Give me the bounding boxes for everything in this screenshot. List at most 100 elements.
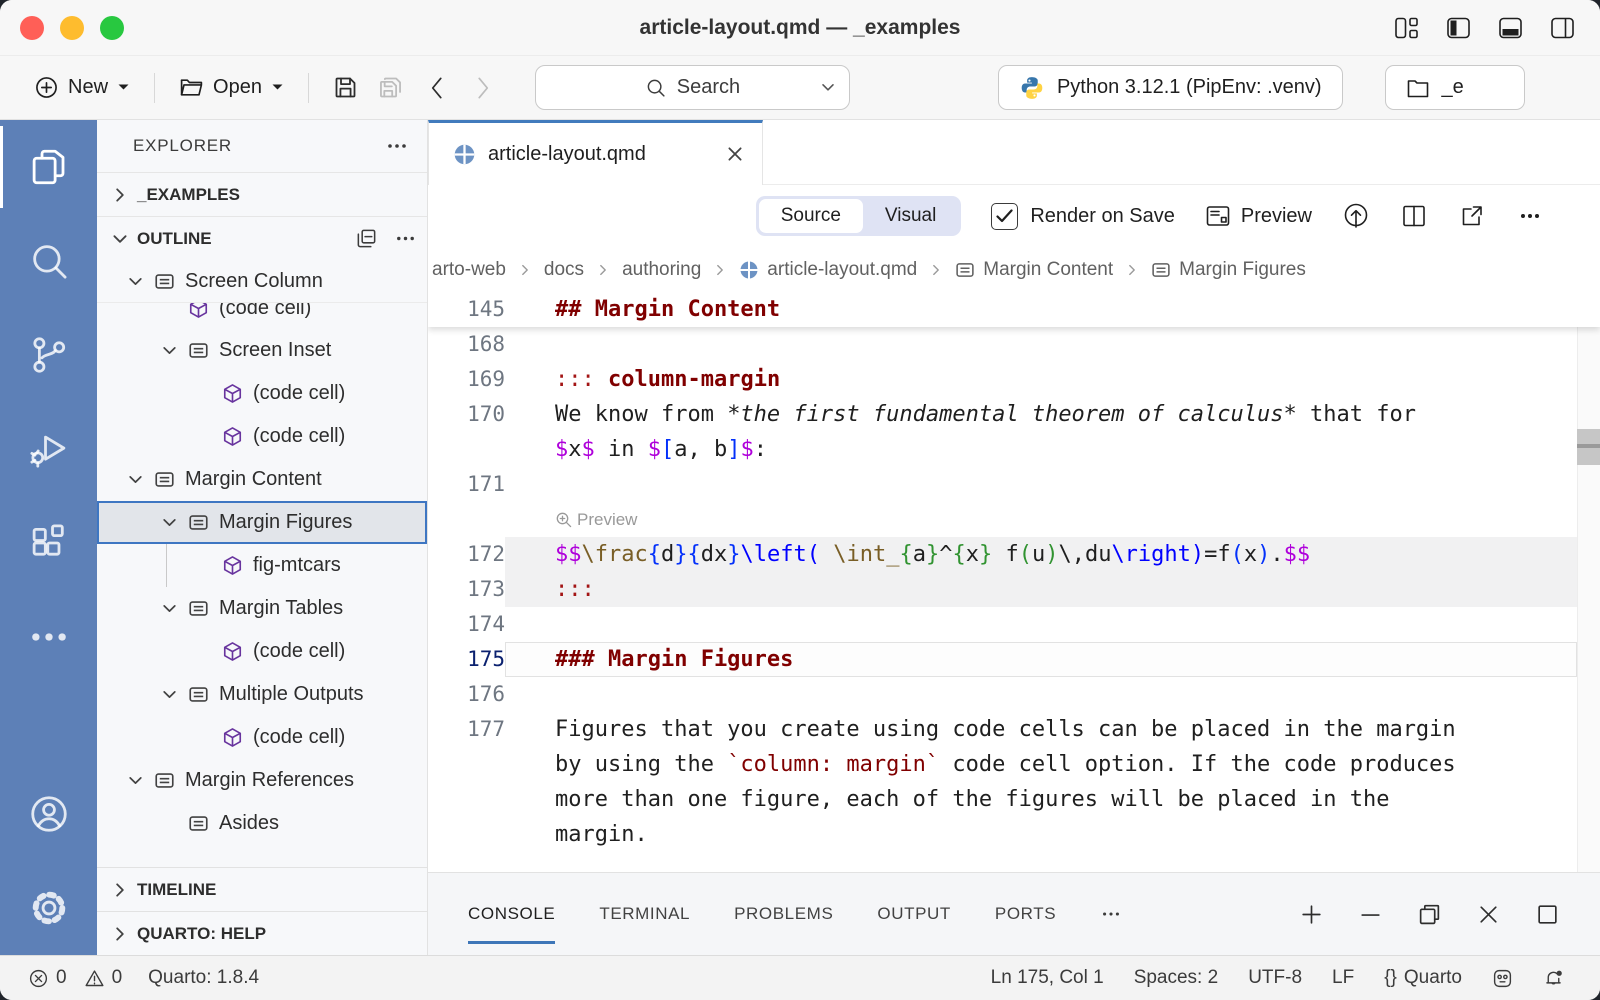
visual-mode-button[interactable]: Visual	[863, 199, 958, 233]
chevron-down-icon[interactable]	[161, 600, 178, 617]
sidebar-section-timeline[interactable]: TIMELINE	[97, 867, 427, 911]
outline-item-margin-content[interactable]: Margin Content	[97, 458, 427, 501]
chevron-down-icon[interactable]	[161, 342, 178, 359]
code-line-172: 172$$\frac{d}{dx}\left( \int_{a}^{x} f(u…	[428, 537, 1600, 572]
interpreter-selector[interactable]: Python 3.12.1 (PipEnv: .venv)	[998, 65, 1343, 110]
panel-tab-console[interactable]: CONSOLE	[468, 873, 555, 955]
codelens-preview[interactable]: Preview	[428, 502, 1600, 537]
render-on-save-label: Render on Save	[1030, 205, 1175, 228]
outline-item-fig-mtcars[interactable]: fig-mtcars	[97, 544, 427, 587]
settings-gear-icon[interactable]	[0, 861, 97, 955]
breadcrumb-item[interactable]: docs	[544, 259, 584, 281]
explorer-activity-icon[interactable]	[0, 120, 97, 214]
workspace-button[interactable]: _e	[1385, 65, 1525, 110]
more-activity-icon[interactable]	[0, 590, 97, 684]
problems-status[interactable]: 0 0	[28, 967, 122, 989]
account-icon[interactable]	[0, 767, 97, 861]
code-editor[interactable]: 145## Margin Content168169::: column-mar…	[428, 292, 1600, 872]
panel-restore-icon[interactable]	[1417, 902, 1442, 927]
chevron-down-icon[interactable]	[161, 686, 178, 703]
outline-item--code-cell-[interactable]: (code cell)	[97, 372, 427, 415]
outline-item-asides[interactable]: Asides	[97, 802, 427, 845]
search-input[interactable]: Search	[535, 65, 850, 110]
notifications-bell-icon[interactable]	[1543, 968, 1564, 989]
forward-button[interactable]	[460, 75, 507, 101]
chevron-down-icon	[111, 230, 129, 248]
outline-item--code-cell-[interactable]: (code cell)	[97, 630, 427, 673]
open-in-new-window-button[interactable]	[1458, 202, 1486, 230]
editor-scrollbar[interactable]	[1577, 292, 1600, 872]
run-debug-activity-icon[interactable]	[0, 402, 97, 496]
search-activity-icon[interactable]	[0, 214, 97, 308]
line-number: 171	[428, 467, 505, 502]
preview-button[interactable]: Preview	[1205, 204, 1312, 228]
panel-add-icon[interactable]	[1299, 902, 1324, 927]
toggle-left-panel-icon[interactable]	[1446, 16, 1472, 40]
panel-tab-terminal[interactable]: TERMINAL	[599, 873, 690, 955]
outline-item-screen-column[interactable]: Screen Column	[97, 260, 427, 303]
toggle-right-panel-icon[interactable]	[1550, 16, 1576, 40]
save-button[interactable]	[323, 68, 368, 107]
breadcrumb-item[interactable]: authoring	[622, 259, 701, 281]
outline-item-label: Screen Column	[185, 270, 323, 293]
code-cell-cube-icon	[222, 555, 243, 576]
breadcrumb-item[interactable]: arto-web	[432, 259, 506, 281]
language-mode-status[interactable]: {} Quarto	[1384, 967, 1462, 989]
source-control-activity-icon[interactable]	[0, 308, 97, 402]
panel-tab-output[interactable]: OUTPUT	[877, 873, 950, 955]
line-number: 170	[428, 397, 505, 432]
breadcrumb-item[interactable]: Margin Figures	[1151, 259, 1306, 281]
new-button[interactable]: New	[24, 69, 140, 106]
outline-item-margin-figures[interactable]: Margin Figures	[97, 501, 427, 544]
error-count: 0	[56, 967, 67, 989]
sidebar-section-outline[interactable]: OUTLINE	[97, 216, 427, 260]
outline-item-label: Multiple Outputs	[219, 683, 364, 706]
code-line-176: 176	[428, 677, 1600, 712]
back-button[interactable]	[413, 75, 460, 101]
save-all-button[interactable]	[368, 68, 413, 107]
chevron-down-icon[interactable]	[127, 273, 144, 290]
panel-tab-problems[interactable]: PROBLEMS	[734, 873, 833, 955]
outline-item--code-cell-[interactable]: (code cell)	[97, 716, 427, 759]
customize-layout-icon[interactable]	[1394, 16, 1420, 40]
breadcrumb-item[interactable]: article-layout.qmd	[739, 259, 917, 281]
outline-item-multiple-outputs[interactable]: Multiple Outputs	[97, 673, 427, 716]
eol-status[interactable]: LF	[1332, 967, 1354, 989]
explorer-more-icon[interactable]	[385, 134, 409, 158]
tab-article-layout[interactable]: article-layout.qmd	[428, 120, 763, 185]
toggle-bottom-panel-icon[interactable]	[1498, 16, 1524, 40]
cursor-position-status[interactable]: Ln 175, Col 1	[991, 967, 1104, 989]
encoding-status[interactable]: UTF-8	[1248, 967, 1302, 989]
breadcrumb-item[interactable]: Margin Content	[955, 259, 1113, 281]
feedback-smiley-icon[interactable]	[1492, 968, 1513, 989]
outline-item--code-cell-[interactable]: (code cell)	[97, 303, 427, 329]
sidebar-section-quarto-help[interactable]: QUARTO: HELP	[97, 911, 427, 955]
open-button[interactable]: Open	[169, 69, 294, 106]
sidebar-section-examples[interactable]: _EXAMPLES	[97, 172, 427, 216]
chevron-down-icon[interactable]	[127, 772, 144, 789]
panel-tab-ports[interactable]: PORTS	[995, 873, 1056, 955]
code-cell-cube-icon	[222, 383, 243, 404]
source-mode-button[interactable]: Source	[759, 199, 863, 233]
quarto-version-status[interactable]: Quarto: 1.8.4	[148, 967, 259, 989]
search-icon	[645, 77, 667, 99]
outline-item-screen-inset[interactable]: Screen Inset	[97, 329, 427, 372]
extensions-activity-icon[interactable]	[0, 496, 97, 590]
explorer-title: EXPLORER	[133, 136, 232, 156]
render-button[interactable]	[1342, 202, 1370, 230]
outline-item--code-cell-[interactable]: (code cell)	[97, 415, 427, 458]
indentation-status[interactable]: Spaces: 2	[1134, 967, 1219, 989]
panel-close-icon[interactable]	[1476, 902, 1501, 927]
panel-more-icon[interactable]	[1100, 873, 1122, 955]
chevron-down-icon[interactable]	[127, 471, 144, 488]
chevron-down-icon[interactable]	[161, 514, 178, 531]
split-editor-button[interactable]	[1400, 202, 1428, 230]
outline-item-margin-references[interactable]: Margin References	[97, 759, 427, 802]
outline-item-margin-tables[interactable]: Margin Tables	[97, 587, 427, 630]
panel-maximize-icon[interactable]	[1535, 902, 1560, 927]
render-on-save-checkbox[interactable]	[991, 203, 1018, 230]
close-tab-icon[interactable]	[726, 145, 744, 163]
panel-minimize-icon[interactable]	[1358, 902, 1383, 927]
editor-more-actions-icon[interactable]	[1516, 202, 1544, 230]
code-line-wrap: $x$ in $[a, b]$:	[428, 432, 1600, 467]
